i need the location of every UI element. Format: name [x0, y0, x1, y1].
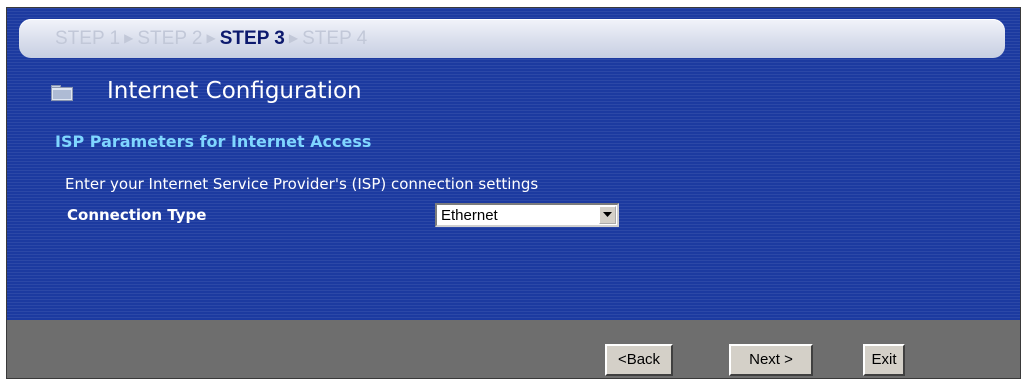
button-bar: <Back Next > Exit [7, 320, 1020, 378]
wizard-window: STEP 1 ▶ STEP 2 ▶ STEP 3 ▶ STEP 4 Internet Con… [6, 7, 1021, 379]
step-arrow-icon: ▶ [206, 31, 216, 45]
connection-type-label: Connection Type [67, 206, 207, 224]
connection-type-value: Ethernet [441, 207, 498, 224]
section-description: Enter your Internet Service Provider's (… [65, 175, 539, 193]
step-4: STEP 4 [302, 28, 368, 49]
step-list: STEP 1 ▶ STEP 2 ▶ STEP 3 ▶ STEP 4 [55, 28, 367, 50]
step-3-current: STEP 3 [219, 28, 285, 49]
back-button[interactable]: <Back [605, 344, 673, 376]
step-2: STEP 2 [137, 28, 203, 49]
folder-icon [51, 85, 73, 101]
chevron-down-icon [603, 212, 612, 217]
exit-button[interactable]: Exit [863, 344, 905, 376]
step-arrow-icon: ▶ [288, 31, 299, 45]
step-arrow-icon: ▶ [124, 31, 134, 45]
next-button[interactable]: Next > [729, 344, 813, 376]
step-1: STEP 1 [55, 28, 121, 49]
section-title: ISP Parameters for Internet Access [55, 132, 372, 151]
step-bar: STEP 1 ▶ STEP 2 ▶ STEP 3 ▶ STEP 4 [19, 19, 1005, 58]
dropdown-button[interactable] [599, 206, 616, 224]
page-title: Internet Configuration [107, 78, 362, 104]
content-panel: STEP 1 ▶ STEP 2 ▶ STEP 3 ▶ STEP 4 Internet Con… [7, 8, 1020, 320]
connection-type-select[interactable]: Ethernet [435, 203, 619, 227]
